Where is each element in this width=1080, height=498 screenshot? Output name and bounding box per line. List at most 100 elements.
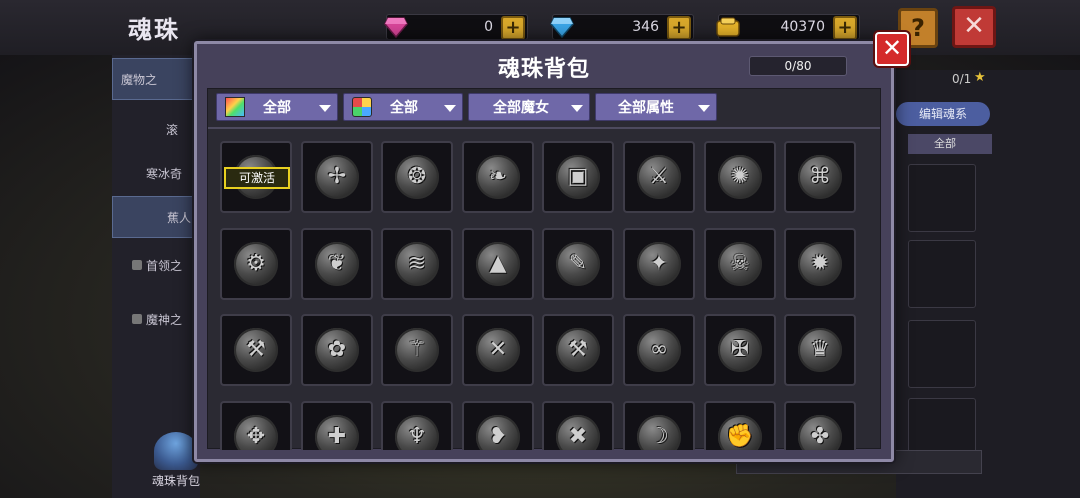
add-pink-gem-button[interactable]: + (501, 16, 525, 40)
soul-bead-orb: ✚ (315, 415, 359, 450)
soul-bead-slot[interactable]: ⚔ (623, 141, 695, 213)
four-color-icon (352, 97, 372, 117)
soul-bead-orb: ✕ (476, 328, 520, 372)
right-filter-dropdown[interactable]: 全部 (908, 134, 992, 154)
bag-label: 魂珠背包 (151, 474, 200, 488)
cross-icon: ✖ (568, 424, 588, 449)
add-blue-gem-button[interactable]: + (667, 16, 691, 40)
sidebar-item-boss[interactable]: 首领之 (112, 244, 200, 286)
modal-close-button[interactable]: ✕ (875, 32, 909, 66)
sword-icon: ⚔ (649, 164, 669, 189)
soul-bead-slot[interactable]: ∞ (623, 314, 695, 386)
soul-bead-orb: ✿ (315, 328, 359, 372)
scythe-icon: ☽ (649, 424, 669, 449)
filter-color[interactable]: 全部 (343, 93, 463, 121)
soul-bead-orb: ⚔ (637, 155, 681, 199)
currency-value: 40370 (780, 19, 825, 35)
soul-bead-slot[interactable]: ♆ (381, 401, 453, 450)
soul-bead-slot[interactable]: ❦ (301, 228, 373, 300)
sidebar-item-demon-god[interactable]: 魔神之 (112, 298, 200, 340)
currency-value: 0 (484, 19, 493, 35)
chain-icon: ∞ (649, 337, 669, 362)
currency-value: 346 (632, 19, 659, 35)
close-screen-button[interactable]: ✕ (952, 6, 996, 48)
rainbow-gradient-icon (225, 97, 245, 117)
soul-bead-slot[interactable]: ✿ (301, 314, 373, 386)
soul-bead-slot[interactable]: ✹ (784, 228, 856, 300)
skull-icon: ☠ (730, 251, 750, 276)
soul-bead-slot[interactable]: ⚒ (542, 314, 614, 386)
soul-bead-slot[interactable]: ❂ (381, 141, 453, 213)
right-slot[interactable] (908, 240, 976, 308)
filter-attribute[interactable]: 全部属性 (595, 93, 717, 121)
soul-bead-orb: ∞ (637, 328, 681, 372)
soul-bead-slot[interactable]: ✠ (704, 314, 776, 386)
wave-icon: ≋ (407, 251, 427, 276)
bag-icon (154, 432, 198, 470)
soul-bead-slot[interactable]: ⚙ (220, 228, 292, 300)
hat-icon: ▲ (489, 251, 507, 276)
soul-bead-slot[interactable]: ➶可激活 (220, 141, 292, 213)
lizard-icon: ✥ (246, 424, 266, 449)
soul-bead-slot[interactable]: ❧ (462, 141, 534, 213)
torch-icon: ♆ (407, 424, 427, 449)
fist-icon: ✊ (726, 424, 754, 449)
soul-bag-modal: 魂珠背包 0/80 ✕ 全部 全部 全部魔女 全部属性 ➶可 (194, 32, 909, 462)
soul-bead-orb: ⚙ (234, 242, 278, 286)
soul-bead-slot[interactable]: ✢ (301, 141, 373, 213)
dragon-icon: ✹ (810, 251, 830, 276)
pink-gem-icon (381, 12, 411, 42)
sidebar-item-ice[interactable]: 寒冰奇 (112, 152, 200, 194)
hammer-icon: ⚒ (568, 337, 588, 362)
soul-bead-orb: ❂ (395, 155, 439, 199)
right-slot[interactable] (908, 164, 976, 232)
filter-rarity[interactable]: 全部 (216, 93, 338, 121)
filter-label: 全部 (263, 100, 291, 116)
soul-bead-slot[interactable]: ⚚ (381, 314, 453, 386)
sidebar-item-monster[interactable]: 魔物之 (112, 58, 200, 100)
crossed-icon: ✕ (488, 337, 508, 362)
soul-bead-orb: ✥ (234, 415, 278, 450)
soul-bead-slot[interactable]: ✦ (623, 228, 695, 300)
soul-bead-orb: ⌘ (798, 155, 842, 199)
filter-bar: 全部 全部 全部魔女 全部属性 (216, 93, 717, 121)
soul-bead-orb: ✢ (315, 155, 359, 199)
soul-bead-orb: ⚒ (556, 328, 600, 372)
wing-icon: ❦ (327, 251, 347, 276)
soul-bead-slot[interactable]: ▣ (542, 141, 614, 213)
add-gold-button[interactable]: + (833, 16, 857, 40)
soul-bead-grid: ➶可激活 ✢ ❂ ❧ ▣ ⚔ ✺ ⌘ ⚙ ❦ ≋ ▲ ✎ ✦ ☠ ✹ ⚒ ✿ ⚚ ✕ ⚒ ∞ ✠ ♛ ✥ ✚ ♆ ❥ ✖ ☽ ✊ ✤ (220, 141, 860, 450)
soul-bead-slot[interactable]: ▲ (462, 228, 534, 300)
soul-bead-orb: ≋ (395, 242, 439, 286)
soul-bead-slot[interactable]: ✎ (542, 228, 614, 300)
sidebar-item-roll[interactable]: 滚 (112, 108, 200, 150)
sidebar-item-banana[interactable]: 蕉人 (112, 196, 200, 238)
soul-bead-orb: ✺ (718, 155, 762, 199)
bag-capacity: 0/80 (749, 56, 847, 76)
soul-bead-orb: ✊ (718, 415, 762, 450)
blade-icon: ⚒ (246, 337, 266, 362)
soul-bead-slot[interactable]: ✕ (462, 314, 534, 386)
soul-bead-slot[interactable]: ✚ (301, 401, 373, 450)
soul-bead-slot[interactable]: ≋ (381, 228, 453, 300)
soul-bead-slot[interactable]: ☽ (623, 401, 695, 450)
soul-bead-slot[interactable]: ☠ (704, 228, 776, 300)
soul-bead-slot[interactable]: ❥ (462, 401, 534, 450)
soul-bead-slot[interactable]: ✊ (704, 401, 776, 450)
edit-soul-system-button[interactable]: 编辑魂系 (896, 102, 990, 126)
soul-bead-slot[interactable]: ✺ (704, 141, 776, 213)
soul-bead-slot[interactable]: ⚒ (220, 314, 292, 386)
filter-witch[interactable]: 全部魔女 (468, 93, 590, 121)
fish-icon: ❥ (488, 424, 508, 449)
soul-bead-slot[interactable]: ✤ (784, 401, 856, 450)
filter-label: 全部属性 (618, 100, 674, 116)
soul-bead-orb: ❥ (476, 415, 520, 450)
swirl-icon: ❂ (407, 164, 427, 189)
shield-icon: ✚ (327, 424, 347, 449)
soul-bead-slot[interactable]: ✥ (220, 401, 292, 450)
soul-bead-slot[interactable]: ♛ (784, 314, 856, 386)
soul-bead-slot[interactable]: ✖ (542, 401, 614, 450)
soul-bead-orb: ▣ (556, 155, 600, 199)
soul-bead-slot[interactable]: ⌘ (784, 141, 856, 213)
right-slot[interactable] (908, 320, 976, 388)
